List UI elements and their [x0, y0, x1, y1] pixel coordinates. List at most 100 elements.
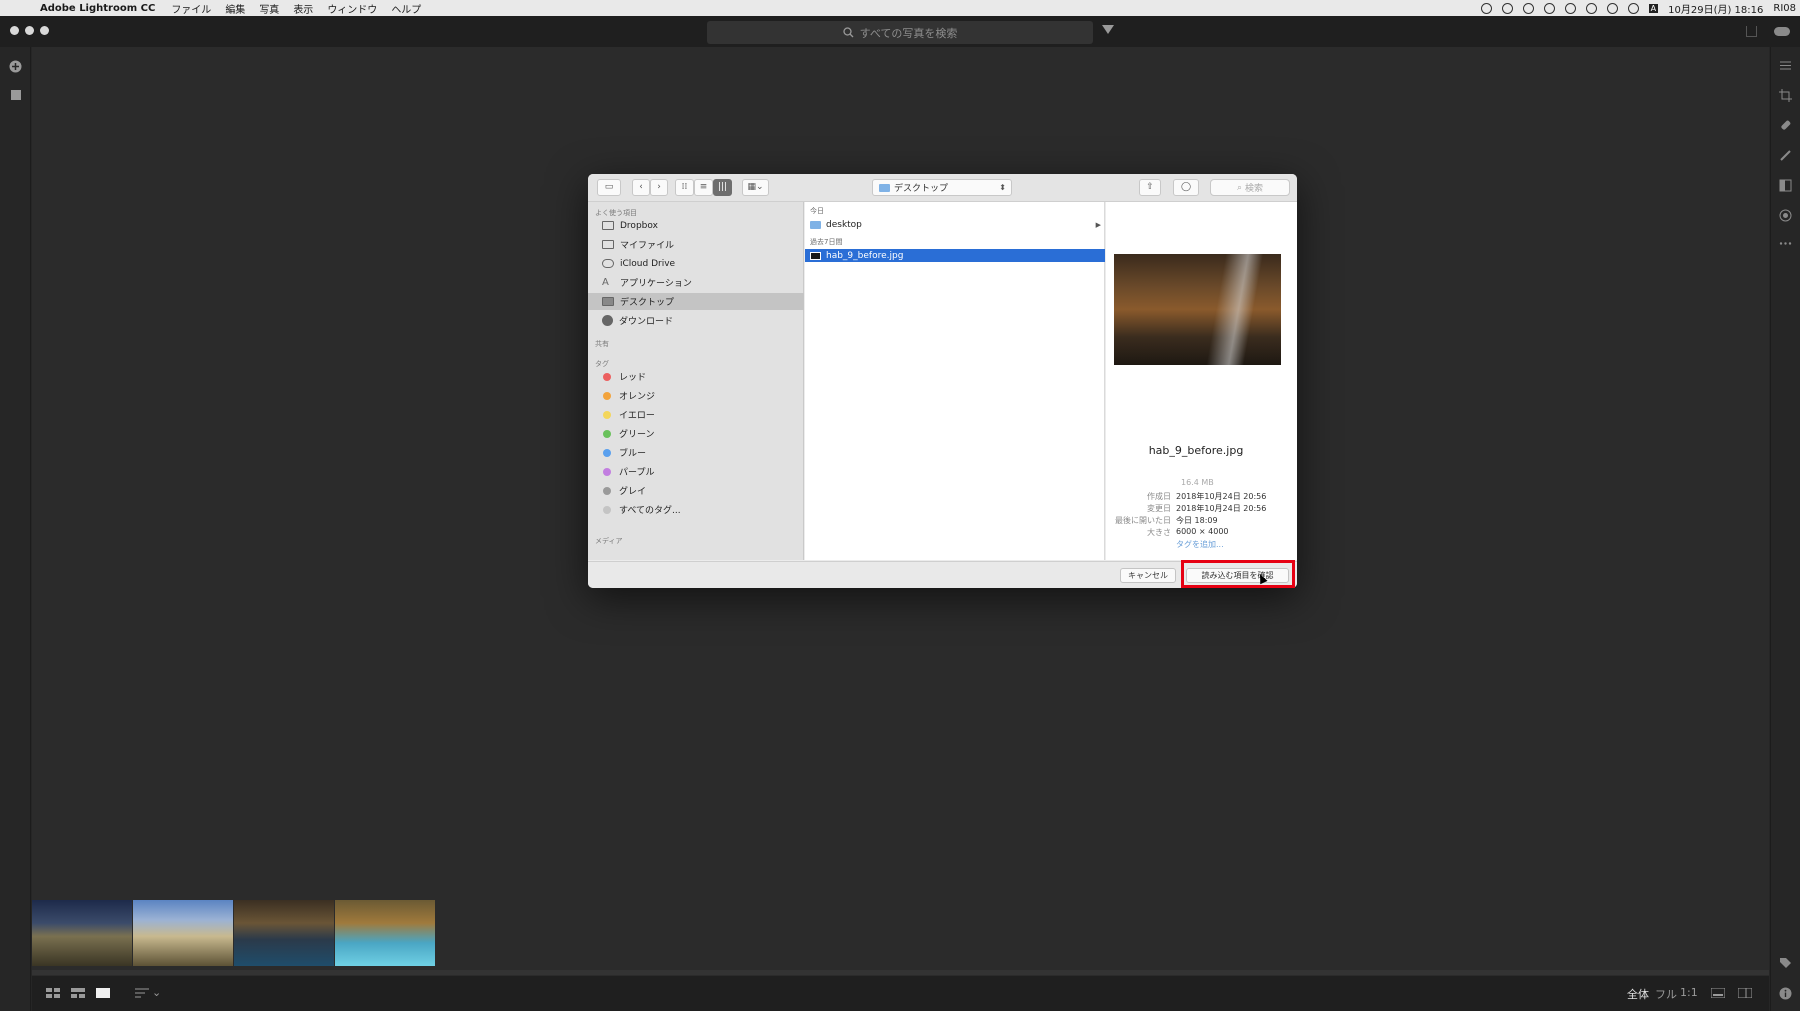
location-popup[interactable]: デスクトップ ⬍ — [872, 179, 1012, 196]
sidebar-tag-yellow[interactable]: イエロー — [588, 406, 804, 423]
edit-sliders-icon[interactable] — [1779, 59, 1792, 72]
menubar-user[interactable]: RI08 — [1773, 3, 1796, 14]
share-icon[interactable] — [1746, 26, 1757, 37]
sidebar-toggle-button[interactable]: ▭ — [597, 179, 621, 196]
photo-thumbnail[interactable] — [335, 900, 435, 966]
popup-arrows-icon: ⬍ — [999, 183, 1006, 192]
library-panel-icon[interactable] — [9, 89, 22, 102]
radial-gradient-icon[interactable] — [1779, 209, 1792, 222]
sidebar-item-desktop[interactable]: デスクトップ — [588, 293, 804, 310]
keywords-tag-icon[interactable] — [1779, 957, 1792, 970]
add-tags-link[interactable]: タグを追加... — [1176, 539, 1224, 550]
sidebar-tag-green[interactable]: グリーン — [588, 425, 804, 442]
linear-gradient-icon[interactable] — [1779, 179, 1792, 192]
photo-thumbnail[interactable] — [32, 900, 132, 966]
icon-view-button[interactable]: ⁞⁞ — [675, 179, 694, 196]
zoom-1to1-button[interactable]: 1:1 — [1680, 986, 1698, 999]
menu-help[interactable]: ヘルプ — [391, 1, 421, 16]
folder-icon — [879, 183, 890, 192]
zoom-full-button[interactable]: フル — [1655, 986, 1677, 1002]
wifi-status-icon[interactable] — [1585, 2, 1597, 14]
detail-view-icon[interactable] — [96, 988, 110, 998]
sort-icon[interactable] — [135, 988, 149, 998]
sidebar-item-label: イエロー — [619, 411, 655, 421]
filmstrip-scrollbar[interactable] — [32, 970, 1769, 975]
menu-file[interactable]: ファイル — [171, 1, 211, 16]
sidebar-item-label: レッド — [619, 373, 647, 383]
gallery-view-button[interactable]: ▦⌄ — [742, 179, 769, 196]
dialog-search-field[interactable]: ⌕ 検索 — [1210, 179, 1290, 196]
time-machine-status-icon[interactable] — [1543, 2, 1555, 14]
column-view-button[interactable]: ||| — [713, 179, 732, 196]
left-panel-rail — [0, 47, 31, 1011]
sort-dropdown-chevron-icon[interactable]: ⌄ — [152, 986, 161, 999]
close-window-button[interactable] — [10, 26, 19, 35]
menubar-clock[interactable]: 10月29日(月) 18:16 — [1668, 1, 1763, 16]
sidebar-item-label: マイファイル — [620, 241, 675, 251]
file-row-desktop[interactable]: desktop ▶ — [805, 218, 1105, 231]
back-button[interactable]: ‹ — [632, 179, 650, 196]
airplay-status-icon[interactable] — [1606, 2, 1618, 14]
sidebar-item-label: パープル — [619, 468, 655, 478]
photo-grid-view-icon[interactable] — [71, 988, 85, 998]
square-grid-view-icon[interactable] — [46, 988, 60, 998]
forward-button[interactable]: › — [650, 179, 668, 196]
all-files-icon — [602, 240, 614, 249]
brush-icon[interactable] — [1779, 149, 1792, 162]
sidebar-tag-purple[interactable]: パープル — [588, 463, 804, 480]
menu-app-name[interactable]: Adobe Lightroom CC — [40, 3, 155, 14]
cancel-button[interactable]: キャンセル — [1120, 568, 1176, 583]
bottom-toolbar: ⌄ 全体 フル 1:1 — [32, 976, 1769, 1011]
bluetooth-status-icon[interactable] — [1564, 2, 1576, 14]
add-photos-icon[interactable] — [9, 60, 22, 73]
photo-thumbnail[interactable] — [133, 900, 233, 966]
dropbox-status-icon[interactable] — [1501, 2, 1513, 14]
photo-filmstrip — [32, 900, 435, 966]
sidebar-item-downloads[interactable]: ダウンロード — [588, 312, 804, 329]
meta-key: 大きさ — [1147, 528, 1171, 537]
menu-window[interactable]: ウィンドウ — [327, 1, 377, 16]
cloud-sync-icon[interactable] — [1774, 27, 1790, 36]
meta-value: 2018年10月24日 20:56 — [1176, 504, 1267, 513]
sidebar-tag-blue[interactable]: ブルー — [588, 444, 804, 461]
more-options-icon[interactable] — [1779, 237, 1792, 250]
creative-cloud-status-icon[interactable] — [1522, 2, 1534, 14]
filter-icon[interactable] — [1102, 25, 1114, 34]
zoom-window-button[interactable] — [40, 26, 49, 35]
share-button[interactable]: ⇧ — [1139, 179, 1161, 196]
sidebar-tag-red[interactable]: レッド — [588, 368, 804, 385]
sidebar-item-icloud-drive[interactable]: iCloud Drive — [588, 255, 804, 272]
sidebar-item-my-files[interactable]: マイファイル — [588, 236, 804, 253]
photo-search-bar[interactable]: すべての写真を検索 — [707, 21, 1093, 44]
tag-button[interactable]: ◯ — [1173, 179, 1199, 196]
menu-view[interactable]: 表示 — [293, 1, 313, 16]
info-icon[interactable] — [1779, 987, 1792, 1000]
volume-status-icon[interactable] — [1627, 2, 1639, 14]
sidebar-item-dropbox[interactable]: Dropbox — [588, 217, 804, 234]
input-source-indicator[interactable]: A — [1648, 3, 1659, 13]
preview-filename: hab_9_before.jpg — [1148, 444, 1244, 457]
record-status-icon[interactable] — [1480, 2, 1492, 14]
dialog-toolbar: ▭ ‹ › ⁞⁞ ≡ ||| ▦⌄ デスクトップ ⬍ ⇧ ◯ ⌕ 検索 — [588, 174, 1297, 202]
zoom-all-button[interactable]: 全体 — [1627, 986, 1649, 1002]
meta-row-modified: 変更日 2018年10月24日 20:56 — [1106, 503, 1297, 514]
file-row-hab-9-before[interactable]: hab_9_before.jpg — [805, 249, 1105, 262]
sidebar-all-tags[interactable]: すべてのタグ... — [588, 501, 804, 518]
highlight-annotation — [1181, 560, 1295, 588]
folder-icon — [810, 220, 821, 229]
menu-photo[interactable]: 写真 — [259, 1, 279, 16]
list-view-button[interactable]: ≡ — [694, 179, 713, 196]
search-icon: ⌕ — [1236, 182, 1243, 193]
minimize-window-button[interactable] — [25, 26, 34, 35]
sidebar-tag-orange[interactable]: オレンジ — [588, 387, 804, 404]
sidebar-tag-gray[interactable]: グレイ — [588, 482, 804, 499]
sidebar-item-applications[interactable]: A アプリケーション — [588, 274, 804, 291]
filmstrip-toggle-icon[interactable] — [1711, 988, 1725, 998]
crop-icon[interactable] — [1779, 89, 1792, 102]
sidebar-item-label: iCloud Drive — [620, 258, 676, 269]
photo-thumbnail[interactable] — [234, 900, 334, 966]
menu-edit[interactable]: 編集 — [225, 1, 245, 16]
meta-row-tags: タグを追加... — [1106, 539, 1297, 550]
healing-brush-icon[interactable] — [1779, 119, 1792, 132]
compare-view-icon[interactable] — [1738, 988, 1752, 998]
